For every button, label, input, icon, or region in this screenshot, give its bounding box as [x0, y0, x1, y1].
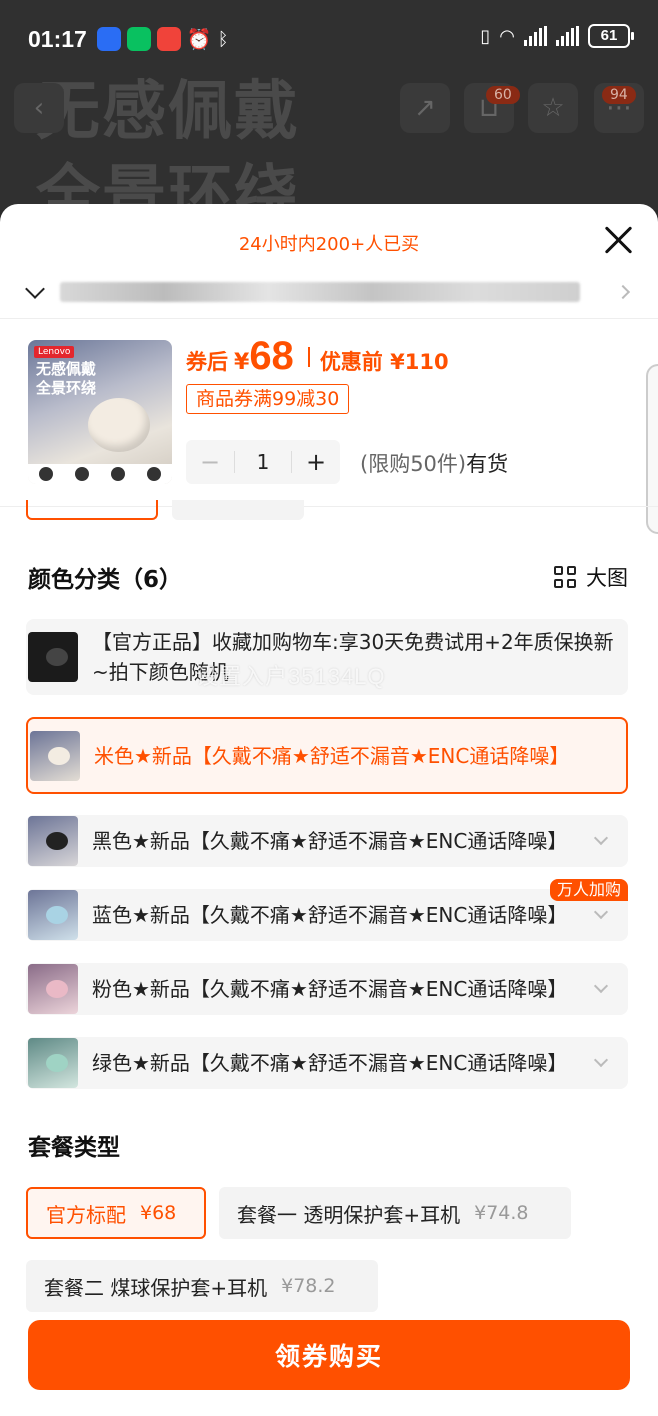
cart-badge: 60 [486, 86, 520, 104]
price-value: 68 [249, 334, 294, 378]
signal-icon-2 [556, 26, 579, 46]
option-thumbnail [30, 730, 80, 781]
option-peek-selected [26, 500, 158, 520]
chevron-down-icon [593, 978, 609, 994]
option-thumbnail [28, 632, 78, 682]
vibrate-icon: ▯ [480, 25, 491, 47]
color-option-green[interactable]: 绿色★新品【久戴不痛★舒适不漏音★ENC通话降噪】 [26, 1037, 628, 1089]
mail-icon [156, 27, 181, 51]
option-label: 绿色★新品【久戴不痛★舒适不漏音★ENC通话降噪】 [92, 1051, 568, 1075]
option-thumbnail [28, 964, 78, 1014]
alarm-icon: ⏰ [186, 27, 212, 51]
package-option-1[interactable]: 套餐一 透明保护套+耳机 ¥74.8 [219, 1187, 571, 1239]
package-label: 套餐二 煤球保护套+耳机 [44, 1275, 268, 1300]
app-notification-icon [96, 27, 121, 51]
package-price: ¥68 [140, 1202, 177, 1224]
chevron-right-icon [615, 284, 631, 300]
chevron-down-icon [593, 830, 609, 846]
package-option-standard[interactable]: 官方标配 ¥68 [26, 1187, 206, 1239]
status-bar: 01:17 ⏰ ᛒ ▯ ◠ 61 [0, 0, 658, 78]
sales-hint: 24小时内200+人已买 [238, 234, 420, 255]
option-thumbnail [28, 816, 78, 866]
wifi-icon: ◠ [499, 25, 515, 47]
bluetooth-icon: ᛒ [217, 28, 229, 50]
watermark: 设置入户35134LQ [196, 664, 386, 689]
color-option-pink[interactable]: 粉色★新品【久戴不痛★舒适不漏音★ENC通话降噪】 [26, 963, 628, 1015]
color-option-beige[interactable]: 米色★新品【久戴不痛★舒适不漏音★ENC通话降噪】 [26, 717, 628, 794]
product-thumbnail[interactable]: Lenovo 无感佩戴 全景环绕 [28, 340, 172, 484]
stock-info: (限购50件)有货 [360, 448, 508, 478]
address-selector[interactable] [25, 274, 631, 310]
hot-tag-badge: 万人加购 [549, 879, 628, 901]
battery-icon: 61 [588, 24, 634, 48]
signal-icon [524, 26, 547, 46]
close-icon[interactable] [600, 222, 636, 258]
price-currency: ¥ [234, 350, 250, 375]
quantity-stepper: − 1 + [186, 440, 340, 484]
quantity-value[interactable]: 1 [234, 451, 292, 473]
option-label: 米色★新品【久戴不痛★舒适不漏音★ENC通话降噪】 [94, 743, 570, 768]
chevron-down-icon [593, 1052, 609, 1068]
status-time: 01:17 [28, 25, 87, 52]
fav-badge: 94 [602, 86, 636, 104]
option-label: 粉色★新品【久戴不痛★舒适不漏音★ENC通话降噪】 [92, 977, 568, 1001]
background-title: 无感佩戴 全景环绕 [36, 75, 300, 210]
original-price: 优惠前 ¥110 [319, 350, 449, 374]
buy-button[interactable]: 领券购买 [28, 1320, 630, 1390]
back-icon: ‹ [14, 83, 64, 133]
grid-icon [554, 566, 576, 588]
color-option-black[interactable]: 黑色★新品【久戴不痛★舒适不漏音★ENC通话降噪】 [26, 815, 628, 867]
package-label: 套餐一 透明保护套+耳机 [237, 1202, 461, 1227]
divider [0, 318, 658, 319]
share-icon: ↗ [400, 83, 450, 133]
address-text-blurred [60, 282, 580, 302]
option-label: 黑色★新品【久戴不痛★舒适不漏音★ENC通话降噪】 [92, 829, 568, 853]
earbud-image [88, 398, 150, 452]
package-section-title: 套餐类型 [28, 1135, 120, 1161]
price-prefix: 券后 [186, 350, 228, 374]
option-label: 蓝色★新品【久戴不痛★舒适不漏音★ENC通话降噪】 [92, 903, 568, 927]
big-view-toggle[interactable]: 大图 [554, 562, 628, 592]
wechat-icon [126, 27, 151, 51]
purchase-limit: (限购50件) [360, 452, 467, 476]
favorite-icon: ☆ [528, 83, 578, 133]
sku-selection-sheet: 24小时内200+人已买 Lenovo 无感佩戴 全景环绕 券后 ¥ 68 优惠… [0, 204, 658, 1416]
color-section-title: 颜色分类（6） [28, 567, 183, 593]
coupon-tag: 商品券满99减30 [186, 384, 350, 414]
decrease-button[interactable]: − [186, 448, 234, 476]
option-peek [172, 500, 304, 520]
option-thumbnail [28, 890, 78, 940]
chevron-down-icon [593, 904, 609, 920]
package-price: ¥74.8 [474, 1202, 529, 1224]
color-option-blue[interactable]: 蓝色★新品【久戴不痛★舒适不漏音★ENC通话降噪】 [26, 889, 628, 941]
side-tab [646, 364, 658, 534]
increase-button[interactable]: + [292, 448, 340, 476]
package-price: ¥78.2 [281, 1275, 336, 1297]
price-row: 券后 ¥ 68 优惠前 ¥110 [186, 334, 449, 379]
option-thumbnail [28, 1038, 78, 1088]
package-option-2[interactable]: 套餐二 煤球保护套+耳机 ¥78.2 [26, 1260, 378, 1312]
chevron-down-icon [25, 279, 45, 299]
stock-status: 有货 [466, 452, 509, 476]
package-label: 官方标配 [46, 1202, 126, 1227]
